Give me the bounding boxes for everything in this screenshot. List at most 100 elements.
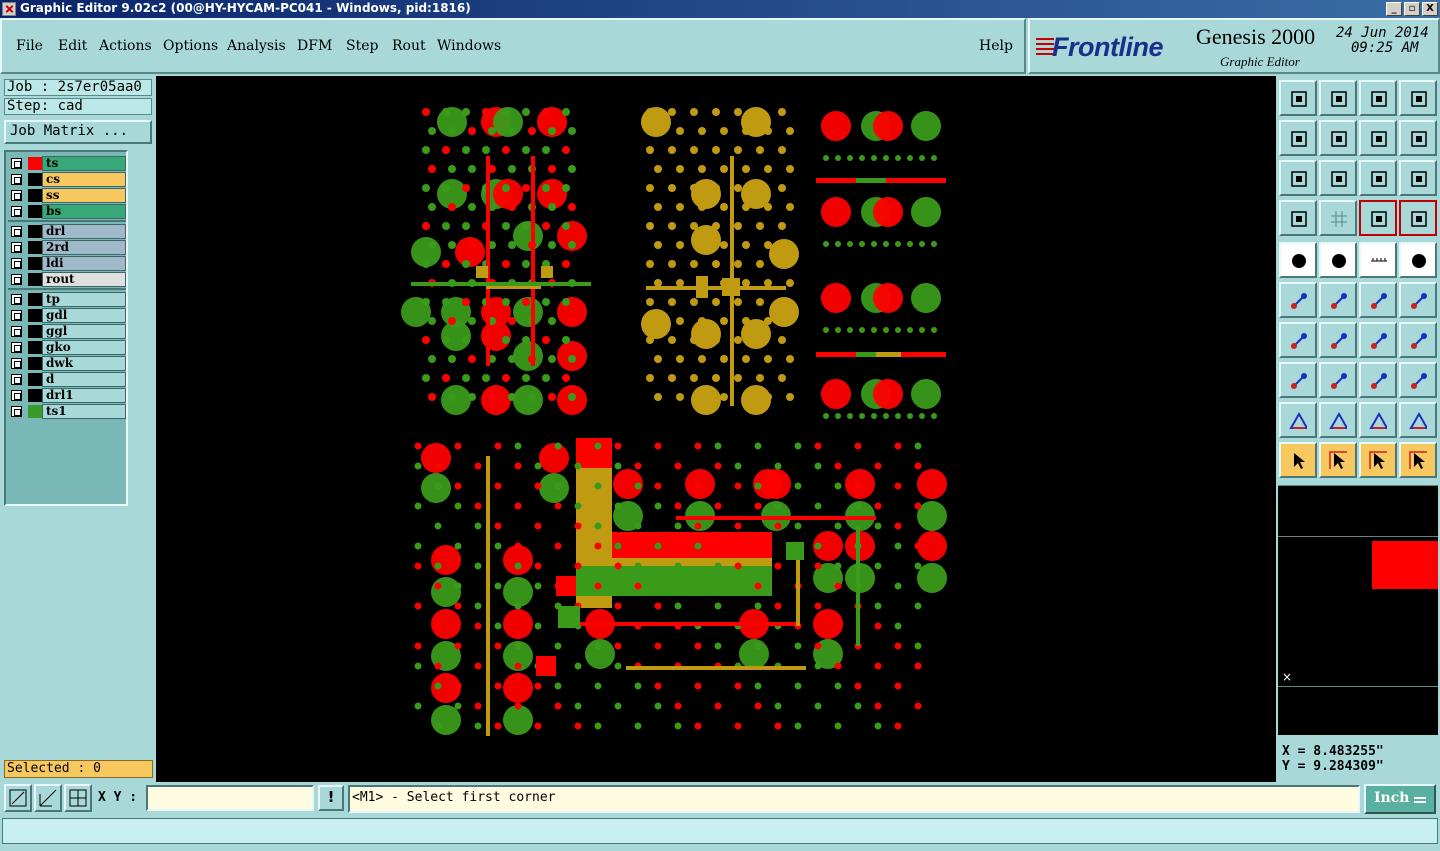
layer-row-gdl[interactable]: gdl bbox=[8, 308, 126, 323]
window-button[interactable] bbox=[1399, 80, 1437, 116]
menu-options[interactable]: Options bbox=[163, 38, 218, 54]
layer-checkbox[interactable] bbox=[11, 326, 22, 337]
menu-actions[interactable]: Actions bbox=[99, 38, 152, 54]
app-icon[interactable] bbox=[2, 2, 16, 16]
menu-edit[interactable]: Edit bbox=[58, 38, 87, 54]
arc-button[interactable] bbox=[1359, 322, 1397, 358]
layer-checkbox[interactable] bbox=[11, 242, 22, 253]
slope-button[interactable] bbox=[1319, 322, 1357, 358]
arch-button[interactable] bbox=[1359, 402, 1397, 438]
pad-line2-button[interactable] bbox=[1399, 282, 1437, 318]
snap-red-button[interactable] bbox=[1359, 200, 1397, 236]
flip-button[interactable] bbox=[1359, 120, 1397, 156]
layer-name[interactable]: ss bbox=[42, 188, 126, 203]
line-button[interactable] bbox=[1319, 362, 1357, 398]
layer-color-swatch[interactable] bbox=[28, 309, 42, 322]
layer-color-swatch[interactable] bbox=[28, 341, 42, 354]
select-edit-button[interactable] bbox=[1359, 442, 1397, 478]
layer-row-gko[interactable]: gko bbox=[8, 340, 126, 355]
fit-screen-button[interactable] bbox=[1279, 160, 1317, 196]
ruler-button[interactable] bbox=[1359, 242, 1397, 278]
import-button[interactable] bbox=[1279, 120, 1317, 156]
layer-row-ggl[interactable]: ggl bbox=[8, 324, 126, 339]
layer-row-ss[interactable]: ss bbox=[8, 188, 126, 203]
alert-button[interactable]: ! bbox=[318, 785, 344, 811]
layer-checkbox[interactable] bbox=[11, 294, 22, 305]
layer-name[interactable]: ts bbox=[42, 156, 126, 171]
layer-row-bs[interactable]: bs bbox=[8, 204, 126, 219]
maximize-button[interactable]: ▫ bbox=[1404, 2, 1420, 16]
layer-row-drl[interactable]: drl bbox=[8, 224, 126, 239]
angle-button[interactable] bbox=[1279, 322, 1317, 358]
layer-color-swatch[interactable] bbox=[28, 157, 42, 170]
save-button[interactable] bbox=[1319, 80, 1357, 116]
export-button[interactable] bbox=[1319, 120, 1357, 156]
layer-row-rout[interactable]: rout bbox=[8, 272, 126, 287]
flip-f-button[interactable] bbox=[1399, 322, 1437, 358]
nodes-button[interactable] bbox=[1279, 282, 1317, 318]
layer-name[interactable]: gko bbox=[42, 340, 126, 355]
layer-name[interactable]: tp bbox=[42, 292, 126, 307]
xy-input[interactable] bbox=[146, 785, 314, 811]
select-box-button[interactable] bbox=[1319, 442, 1357, 478]
dimension-button[interactable] bbox=[1359, 362, 1397, 398]
layer-checkbox[interactable] bbox=[11, 406, 22, 417]
layer-color-swatch[interactable] bbox=[28, 373, 42, 386]
layer-row-tp[interactable]: tp bbox=[8, 292, 126, 307]
layer-checkbox[interactable] bbox=[11, 358, 22, 369]
layer-color-swatch[interactable] bbox=[28, 173, 42, 186]
layer-checkbox[interactable] bbox=[11, 310, 22, 321]
layer-color-swatch[interactable] bbox=[28, 293, 42, 306]
layer-color-swatch[interactable] bbox=[28, 325, 42, 338]
menu-dfm[interactable]: DFM bbox=[297, 38, 332, 54]
layer-row-ts[interactable]: ts bbox=[8, 156, 126, 171]
menu-analysis[interactable]: Analysis bbox=[227, 38, 286, 54]
layer-checkbox[interactable] bbox=[11, 190, 22, 201]
pad-line-button[interactable] bbox=[1359, 282, 1397, 318]
layer-checkbox[interactable] bbox=[11, 258, 22, 269]
menu-step[interactable]: Step bbox=[346, 38, 378, 54]
overview-map[interactable]: × bbox=[1278, 485, 1438, 735]
center-button[interactable] bbox=[1319, 282, 1357, 318]
layer-checkbox[interactable] bbox=[11, 206, 22, 217]
layer-color-swatch[interactable] bbox=[28, 189, 42, 202]
layer-name[interactable]: dwk bbox=[42, 356, 126, 371]
layer-name[interactable]: ts1 bbox=[42, 404, 126, 419]
layer-color-swatch[interactable] bbox=[28, 257, 42, 270]
pyramid-button[interactable] bbox=[1319, 402, 1357, 438]
menu-file[interactable]: File bbox=[16, 38, 43, 54]
layer-checkbox[interactable] bbox=[11, 274, 22, 285]
layer-checkbox[interactable] bbox=[11, 174, 22, 185]
fit-profile-button[interactable] bbox=[1319, 160, 1357, 196]
layer-row-cs[interactable]: cs bbox=[8, 172, 126, 187]
layer-props-button[interactable] bbox=[1279, 200, 1317, 236]
overview-viewport[interactable] bbox=[1372, 541, 1438, 589]
layer-checkbox[interactable] bbox=[11, 158, 22, 169]
layer-name[interactable]: drl bbox=[42, 224, 126, 239]
triangle-button[interactable] bbox=[1279, 402, 1317, 438]
pad-add-button[interactable] bbox=[1279, 362, 1317, 398]
unit-selector[interactable]: Inch bbox=[1364, 784, 1436, 814]
layer-name[interactable]: cs bbox=[42, 172, 126, 187]
layer-row-d[interactable]: d bbox=[8, 372, 126, 387]
help-button[interactable] bbox=[1399, 160, 1437, 196]
layer-name[interactable]: gdl bbox=[42, 308, 126, 323]
layer-name[interactable]: bs bbox=[42, 204, 126, 219]
select-path-button[interactable] bbox=[1399, 442, 1437, 478]
layer-color-swatch[interactable] bbox=[28, 389, 42, 402]
layer-name[interactable]: d bbox=[42, 372, 126, 387]
layer-color-swatch[interactable] bbox=[28, 357, 42, 370]
layer-color-swatch[interactable] bbox=[28, 405, 42, 418]
layer-row-ldi[interactable]: ldi bbox=[8, 256, 126, 271]
close-button[interactable]: X bbox=[1422, 2, 1438, 16]
layer-checkbox[interactable] bbox=[11, 342, 22, 353]
s-curve-button[interactable] bbox=[1399, 120, 1437, 156]
menu-windows[interactable]: Windows bbox=[437, 38, 501, 54]
layer-name[interactable]: rout bbox=[42, 272, 126, 287]
grid-snap-button[interactable] bbox=[64, 784, 92, 812]
circles-button[interactable] bbox=[1399, 362, 1437, 398]
grid-button[interactable] bbox=[1319, 200, 1357, 236]
minimize-button[interactable]: _ bbox=[1386, 2, 1402, 16]
snap-red2-button[interactable] bbox=[1399, 200, 1437, 236]
graphic-canvas[interactable] bbox=[156, 76, 1276, 782]
